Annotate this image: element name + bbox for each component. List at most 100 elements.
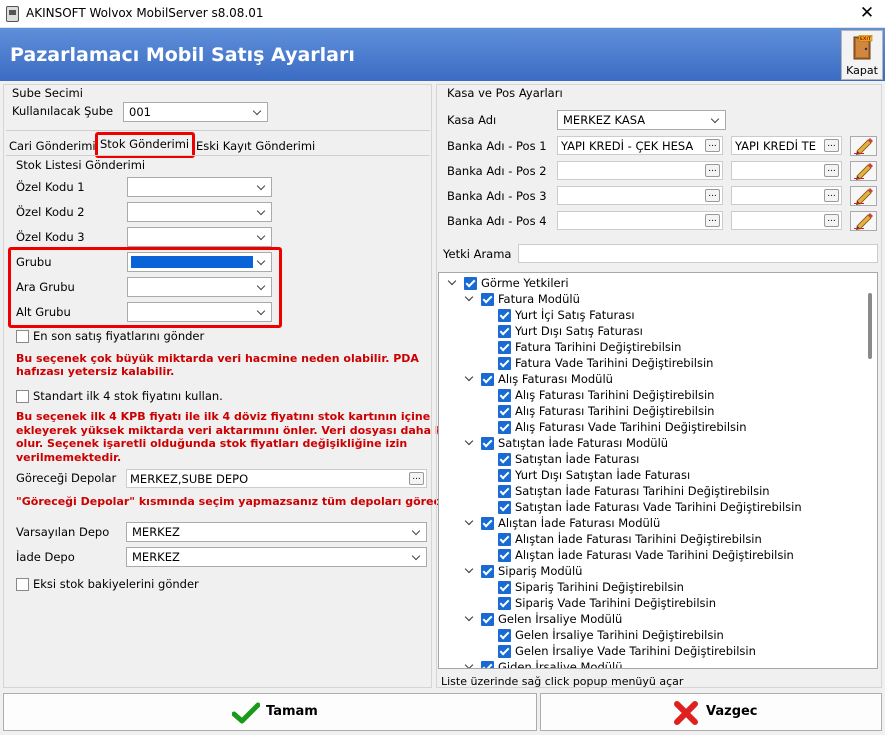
pos-account-field[interactable]: ... <box>731 211 842 230</box>
chevron-down-icon[interactable] <box>464 438 474 448</box>
pos-bank-field[interactable]: YAPI KREDİ - ÇEK HESA ... <box>557 136 723 155</box>
ellipsis-icon[interactable]: ... <box>824 164 839 177</box>
return-depot-select[interactable]: MERKEZ <box>126 547 427 567</box>
tree-checkbox[interactable] <box>498 501 511 514</box>
pos-account-field[interactable]: ... <box>731 161 842 180</box>
ozel1-select[interactable] <box>127 177 272 197</box>
ellipsis-icon[interactable]: ... <box>705 164 720 177</box>
tree-node[interactable]: Gelen İrsaliye Vade Tarihini Değiştirebi… <box>439 644 869 660</box>
last-sale-checkbox[interactable] <box>16 330 29 343</box>
chevron-down-icon[interactable] <box>464 294 474 304</box>
tree-checkbox[interactable] <box>481 373 494 386</box>
tree-checkbox[interactable] <box>498 469 511 482</box>
tree-node[interactable]: Fatura Tarihini Değiştirebilsin <box>439 340 869 356</box>
tree-node[interactable]: Sipariş Modülü <box>439 564 869 580</box>
pos-group-title: Kasa ve Pos Ayarları <box>447 86 563 100</box>
ozel3-select[interactable] <box>127 227 272 247</box>
ellipsis-icon[interactable]: ... <box>824 189 839 202</box>
pos-account-field[interactable]: YAPI KREDİ TE ... <box>731 136 842 155</box>
tree-node[interactable]: Görme Yetkileri <box>439 276 869 292</box>
edit-pos-button[interactable] <box>850 136 877 156</box>
permission-search-input[interactable] <box>518 244 878 263</box>
cancel-button[interactable]: Vazgec <box>540 693 882 731</box>
edit-pos-button[interactable] <box>850 211 877 231</box>
tree-checkbox[interactable] <box>498 645 511 658</box>
tree-node[interactable]: Gelen İrsaliye Tarihini Değiştirebilsin <box>439 628 869 644</box>
tree-checkbox[interactable] <box>464 277 477 290</box>
standard-prices-checkbox[interactable] <box>16 390 29 403</box>
tree-checkbox[interactable] <box>498 549 511 562</box>
tree-node[interactable]: Alıştan İade Faturası Vade Tarihini Deği… <box>439 548 869 564</box>
tree-checkbox[interactable] <box>498 325 511 338</box>
tree-node[interactable]: Satıştan İade Faturası Tarihini Değiştir… <box>439 484 869 500</box>
tree-node[interactable]: Giden İrsaliye Modülü <box>439 660 869 668</box>
tree-node[interactable]: Alış Faturası Vade Tarihini Değiştirebil… <box>439 420 869 436</box>
tree-node[interactable]: Alıştan İade Faturası Tarihini Değiştire… <box>439 532 869 548</box>
ellipsis-icon[interactable]: ... <box>409 472 424 485</box>
tree-checkbox[interactable] <box>498 309 511 322</box>
tree-checkbox[interactable] <box>498 453 511 466</box>
tree-checkbox[interactable] <box>498 341 511 354</box>
tree-node[interactable]: Yurt Dışı Satıştan İade Faturası <box>439 468 869 484</box>
permission-tree[interactable]: Görme Yetkileri Fatura Modülü Yurt İçi Sat… <box>438 272 878 669</box>
chevron-down-icon[interactable] <box>464 518 474 528</box>
window-close-icon[interactable]: ✕ <box>852 2 882 26</box>
tree-checkbox[interactable] <box>498 581 511 594</box>
tree-checkbox[interactable] <box>481 437 494 450</box>
tree-node[interactable]: Fatura Vade Tarihini Değiştirebilsin <box>439 356 869 372</box>
chevron-down-icon[interactable] <box>447 278 457 288</box>
edit-pos-button[interactable] <box>850 186 877 206</box>
tree-node[interactable]: Alış Faturası Modülü <box>439 372 869 388</box>
tree-node[interactable]: Yurt İçi Satış Faturası <box>439 308 869 324</box>
tree-node[interactable]: Satıştan İade Faturası Modülü <box>439 436 869 452</box>
tree-checkbox[interactable] <box>481 293 494 306</box>
tree-checkbox[interactable] <box>498 389 511 402</box>
tree-node-label: Alış Faturası Vade Tarihini Değiştirebil… <box>515 420 747 434</box>
tree-checkbox[interactable] <box>498 629 511 642</box>
tree-node[interactable]: Alış Faturası Tarihini Değiştirebilsin <box>439 404 869 420</box>
tree-checkbox[interactable] <box>498 597 511 610</box>
chevron-down-icon[interactable] <box>464 614 474 624</box>
tree-node[interactable]: Fatura Modülü <box>439 292 869 308</box>
depots-field[interactable]: MERKEZ,SUBE DEPO ... <box>126 469 427 488</box>
tree-node[interactable]: Gelen İrsaliye Modülü <box>439 612 869 628</box>
pos-bank-field[interactable]: ... <box>557 211 723 230</box>
tree-checkbox[interactable] <box>481 661 494 668</box>
edit-pos-button[interactable] <box>850 161 877 181</box>
pos-account-field[interactable]: ... <box>731 186 842 205</box>
kasa-select[interactable]: MERKEZ KASA <box>557 110 726 130</box>
tree-checkbox[interactable] <box>481 517 494 530</box>
tree-checkbox[interactable] <box>498 485 511 498</box>
tree-node[interactable]: Sipariş Tarihini Değiştirebilsin <box>439 580 869 596</box>
branch-select[interactable]: 001 <box>123 102 268 122</box>
tree-checkbox[interactable] <box>481 613 494 626</box>
tree-checkbox[interactable] <box>481 565 494 578</box>
pos-bank-field[interactable]: ... <box>557 161 723 180</box>
tree-checkbox[interactable] <box>498 357 511 370</box>
default-depot-select[interactable]: MERKEZ <box>126 522 427 542</box>
pos-bank-field[interactable]: ... <box>557 186 723 205</box>
tree-node[interactable]: Sipariş Vade Tarihini Değiştirebilsin <box>439 596 869 612</box>
tree-checkbox[interactable] <box>498 421 511 434</box>
tree-checkbox[interactable] <box>498 405 511 418</box>
tree-node[interactable]: Satıştan İade Faturası Vade Tarihini Değ… <box>439 500 869 516</box>
ozel2-select[interactable] <box>127 202 272 222</box>
ellipsis-icon[interactable]: ... <box>824 139 839 152</box>
tree-node[interactable]: Satıştan İade Faturası <box>439 452 869 468</box>
tree-node[interactable]: Alıştan İade Faturası Modülü <box>439 516 869 532</box>
tree-node[interactable]: Alış Faturası Tarihini Değiştirebilsin <box>439 388 869 404</box>
ok-button[interactable]: Tamam <box>3 693 537 731</box>
chevron-down-icon[interactable] <box>464 566 474 576</box>
ellipsis-icon[interactable]: ... <box>705 214 720 227</box>
chevron-down-icon[interactable] <box>464 662 474 668</box>
ellipsis-icon[interactable]: ... <box>705 139 720 152</box>
tree-checkbox[interactable] <box>498 533 511 546</box>
ellipsis-icon[interactable]: ... <box>705 189 720 202</box>
scrollbar-thumb[interactable] <box>868 293 872 359</box>
tab-eski-kayit[interactable]: Eski Kayıt Gönderimi <box>196 139 315 153</box>
tree-node[interactable]: Yurt Dışı Satış Faturası <box>439 324 869 340</box>
negative-stock-checkbox[interactable] <box>16 578 29 591</box>
chevron-down-icon[interactable] <box>464 374 474 384</box>
ellipsis-icon[interactable]: ... <box>824 214 839 227</box>
tab-cari[interactable]: Cari Gönderimi <box>9 139 96 153</box>
